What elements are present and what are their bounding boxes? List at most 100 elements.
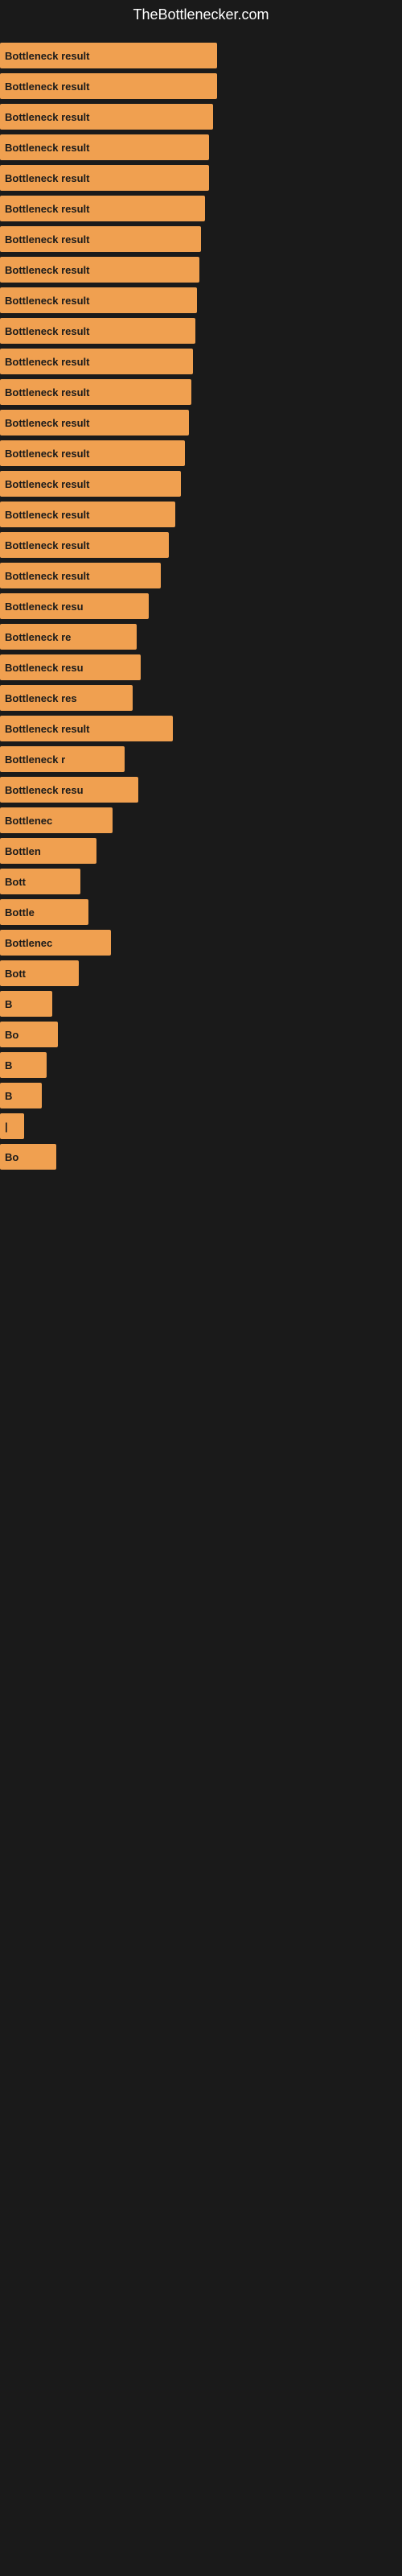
bar-32: Bo [0, 1022, 58, 1047]
bar-8: Bottleneck result [0, 287, 197, 313]
bar-row: Bottleneck result [0, 43, 402, 68]
bar-2: Bottleneck result [0, 104, 213, 130]
bar-row: Bottlenec [0, 807, 402, 833]
bar-3: Bottleneck result [0, 134, 209, 160]
bar-0: Bottleneck result [0, 43, 217, 68]
bar-label-3: Bottleneck result [5, 142, 89, 154]
bar-label-0: Bottleneck result [5, 50, 89, 62]
bar-label-4: Bottleneck result [5, 172, 89, 184]
bar-label-26: Bottlen [5, 845, 41, 857]
bar-23: Bottleneck r [0, 746, 125, 772]
bar-row: Bottleneck result [0, 471, 402, 497]
bar-label-7: Bottleneck result [5, 264, 89, 276]
bar-row: Bottleneck res [0, 685, 402, 711]
bar-28: Bottle [0, 899, 88, 925]
bar-row: B [0, 1083, 402, 1108]
bar-label-1: Bottleneck result [5, 80, 89, 93]
bar-35: | [0, 1113, 24, 1139]
bar-label-5: Bottleneck result [5, 203, 89, 215]
bar-label-16: Bottleneck result [5, 539, 89, 551]
bar-label-18: Bottleneck resu [5, 601, 84, 613]
bar-row: Bottleneck result [0, 287, 402, 313]
bar-row: Bott [0, 960, 402, 986]
bar-label-15: Bottleneck result [5, 509, 89, 521]
bar-label-30: Bott [5, 968, 26, 980]
bar-24: Bottleneck resu [0, 777, 138, 803]
bar-row: Bottleneck result [0, 349, 402, 374]
bar-label-23: Bottleneck r [5, 753, 65, 766]
bar-row: Bottleneck resu [0, 593, 402, 619]
bar-label-17: Bottleneck result [5, 570, 89, 582]
bar-label-34: B [5, 1090, 12, 1102]
bar-26: Bottlen [0, 838, 96, 864]
bar-row: Bottle [0, 899, 402, 925]
bar-7: Bottleneck result [0, 257, 199, 283]
bar-label-20: Bottleneck resu [5, 662, 84, 674]
bar-22: Bottleneck result [0, 716, 173, 741]
bar-label-9: Bottleneck result [5, 325, 89, 337]
bar-16: Bottleneck result [0, 532, 169, 558]
bar-label-13: Bottleneck result [5, 448, 89, 460]
bar-14: Bottleneck result [0, 471, 181, 497]
bar-13: Bottleneck result [0, 440, 185, 466]
bar-label-33: B [5, 1059, 12, 1071]
bar-row: Bo [0, 1022, 402, 1047]
bar-row: | [0, 1113, 402, 1139]
bar-21: Bottleneck res [0, 685, 133, 711]
bar-row: Bottleneck result [0, 318, 402, 344]
bar-row: Bottlen [0, 838, 402, 864]
bar-row: Bottleneck result [0, 165, 402, 191]
bar-row: Bottleneck result [0, 716, 402, 741]
bar-row: Bottleneck r [0, 746, 402, 772]
bar-label-29: Bottlenec [5, 937, 52, 949]
bar-row: Bottleneck result [0, 440, 402, 466]
bar-label-22: Bottleneck result [5, 723, 89, 735]
bar-29: Bottlenec [0, 930, 111, 956]
bar-31: B [0, 991, 52, 1017]
bar-row: Bottleneck result [0, 379, 402, 405]
bar-17: Bottleneck result [0, 563, 161, 588]
bar-row: B [0, 1052, 402, 1078]
bars-container: Bottleneck result Bottleneck result Bottle… [0, 30, 402, 1183]
bar-27: Bott [0, 869, 80, 894]
bar-36: Bo [0, 1144, 56, 1170]
bar-row: Bottlenec [0, 930, 402, 956]
bar-row: Bottleneck resu [0, 654, 402, 680]
bar-label-8: Bottleneck result [5, 295, 89, 307]
bar-row: Bottleneck result [0, 410, 402, 436]
bar-row: Bottleneck result [0, 226, 402, 252]
bar-row: Bottleneck resu [0, 777, 402, 803]
bar-10: Bottleneck result [0, 349, 193, 374]
bar-6: Bottleneck result [0, 226, 201, 252]
bar-19: Bottleneck re [0, 624, 137, 650]
bar-4: Bottleneck result [0, 165, 209, 191]
bar-25: Bottlenec [0, 807, 113, 833]
bar-row: Bottleneck re [0, 624, 402, 650]
bar-12: Bottleneck result [0, 410, 189, 436]
bar-row: B [0, 991, 402, 1017]
bar-label-28: Bottle [5, 906, 35, 919]
bar-row: Bottleneck result [0, 502, 402, 527]
bar-1: Bottleneck result [0, 73, 217, 99]
bar-33: B [0, 1052, 47, 1078]
bar-label-36: Bo [5, 1151, 18, 1163]
bar-row: Bottleneck result [0, 257, 402, 283]
site-title: TheBottlenecker.com [0, 0, 402, 30]
bar-20: Bottleneck resu [0, 654, 141, 680]
bar-5: Bottleneck result [0, 196, 205, 221]
bar-label-27: Bott [5, 876, 26, 888]
bar-label-35: | [5, 1121, 8, 1133]
bar-label-21: Bottleneck res [5, 692, 77, 704]
bar-row: Bottleneck result [0, 134, 402, 160]
bar-label-19: Bottleneck re [5, 631, 71, 643]
bar-row: Bottleneck result [0, 196, 402, 221]
bar-row: Bottleneck result [0, 563, 402, 588]
bar-9: Bottleneck result [0, 318, 195, 344]
bar-label-25: Bottlenec [5, 815, 52, 827]
bar-row: Bott [0, 869, 402, 894]
bar-label-11: Bottleneck result [5, 386, 89, 398]
bar-15: Bottleneck result [0, 502, 175, 527]
bar-label-6: Bottleneck result [5, 233, 89, 246]
bar-row: Bottleneck result [0, 73, 402, 99]
bar-30: Bott [0, 960, 79, 986]
